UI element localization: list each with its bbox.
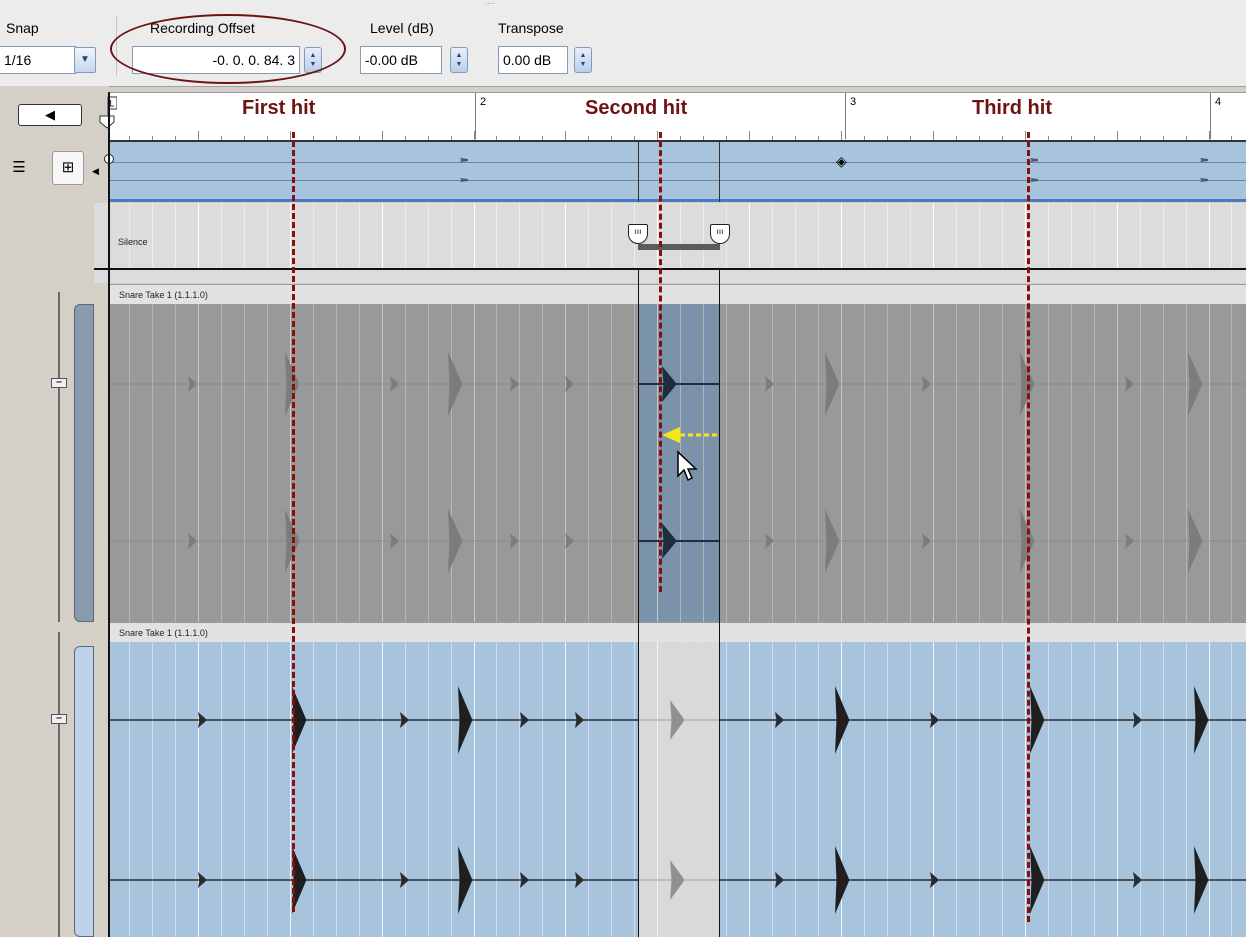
- drag-direction-arrow-icon: [662, 427, 718, 443]
- waveform-transient: [1194, 846, 1208, 914]
- waveform-transient: [458, 846, 472, 914]
- waveform-transient: [835, 686, 849, 754]
- waveform-transient: [448, 352, 462, 416]
- mouse-pointer-icon: [677, 450, 698, 482]
- waveform-transient: [1030, 686, 1044, 754]
- waveform-transient: [1200, 158, 1208, 162]
- third-hit-dashed-line: [1027, 132, 1030, 922]
- waveform-transient: [460, 178, 468, 182]
- waveform-transient: [1188, 509, 1202, 573]
- waveform-transient: [1030, 158, 1038, 162]
- song-start-line: [108, 92, 110, 937]
- first-hit-dashed-line: [292, 132, 295, 912]
- selection-border: [638, 270, 720, 937]
- waveform-transient: [458, 686, 472, 754]
- second-hit-dashed-line: [659, 132, 662, 592]
- waveform-transient: [1200, 178, 1208, 182]
- waveform-transient: [1188, 352, 1202, 416]
- waveform-transient: [1030, 846, 1044, 914]
- waveform-transient: [835, 846, 849, 914]
- waveform-transient: [460, 158, 468, 162]
- waveform-transient: [448, 509, 462, 573]
- waveform-transient: [1194, 686, 1208, 754]
- waveform-transient: [825, 509, 839, 573]
- waveform-transient: [1030, 178, 1038, 182]
- waveform-transient: [825, 352, 839, 416]
- waveform-layer: [109, 158, 1246, 914]
